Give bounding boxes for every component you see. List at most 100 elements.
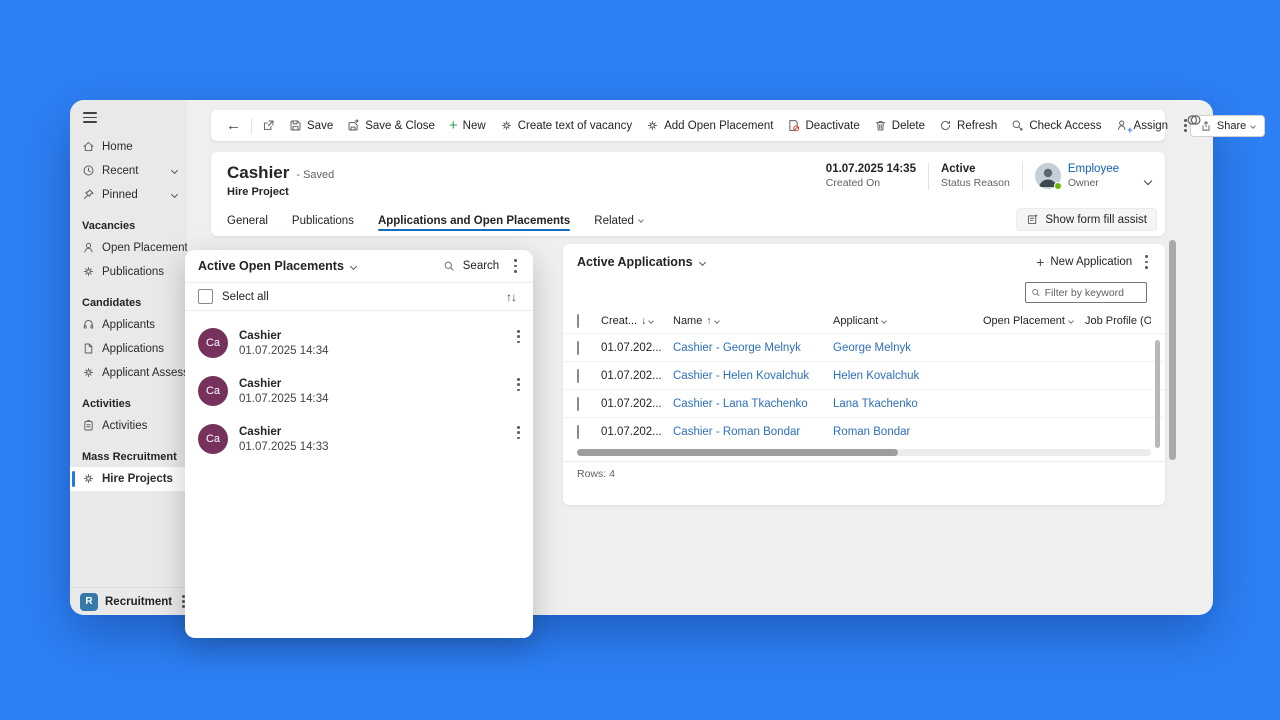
sidebar-item-applications[interactable]: Applications	[70, 337, 187, 361]
column-open-placement[interactable]: Open Placement	[983, 315, 1085, 327]
owner-link[interactable]: Employee	[1068, 163, 1119, 175]
show-form-fill-assist-button[interactable]: Show form fill assist	[1016, 208, 1157, 231]
hamburger-menu-icon[interactable]	[83, 112, 97, 123]
applicant-link[interactable]: Lana Tkachenko	[833, 398, 918, 410]
sidebar-item-activities[interactable]: Activities	[70, 414, 187, 438]
deactivate-button[interactable]: Deactivate	[780, 114, 866, 138]
cell-created-on: 01.07.202...	[601, 370, 673, 382]
plus-icon: +	[1127, 125, 1132, 135]
owner-avatar[interactable]	[1035, 163, 1061, 189]
list-item[interactable]: Ca Cashier 01.07.2025 14:33	[185, 415, 533, 463]
popout-button[interactable]	[255, 114, 282, 138]
application-link[interactable]: Cashier - Roman Bondar	[673, 426, 800, 438]
open-placements-view-selector[interactable]: Active Open Placements	[198, 259, 356, 273]
tab-related[interactable]: Related	[594, 215, 643, 236]
command-bar: ← Save Save & Close + New Create text of…	[211, 110, 1165, 141]
placement-name: Cashier	[239, 330, 329, 342]
sidebar-item-open-placements[interactable]: Open Placements	[70, 236, 187, 260]
new-application-button[interactable]: + New Application	[1036, 255, 1132, 269]
open-placements-overflow-icon[interactable]	[511, 255, 520, 276]
applicant-link[interactable]: Roman Bondar	[833, 426, 910, 438]
sidebar-item-label: Applicants	[102, 319, 155, 331]
save-and-close-button[interactable]: Save & Close	[340, 114, 442, 138]
copilot-icon[interactable]	[1186, 112, 1202, 128]
item-overflow-icon[interactable]	[514, 422, 523, 443]
sidebar-item-publications[interactable]: Publications	[70, 260, 187, 284]
table-row[interactable]: 01.07.202... Cashier - Helen Kovalchuk H…	[563, 361, 1165, 389]
add-open-placement-button[interactable]: Add Open Placement	[639, 114, 780, 138]
header-collapse-button[interactable]	[1145, 171, 1151, 189]
new-button[interactable]: + New	[442, 114, 493, 138]
tab-label: Publications	[292, 215, 354, 227]
deactivate-label: Deactivate	[805, 120, 859, 132]
row-checkbox[interactable]	[577, 425, 579, 439]
application-link[interactable]: Cashier - Lana Tkachenko	[673, 398, 808, 410]
table-vertical-scrollbar[interactable]	[1155, 340, 1160, 448]
refresh-button[interactable]: Refresh	[932, 114, 1004, 138]
application-link[interactable]: Cashier - George Melnyk	[673, 342, 801, 354]
sidebar-group-label: Activities	[70, 394, 187, 414]
select-all-checkbox[interactable]	[198, 289, 213, 304]
applicant-link[interactable]: George Melnyk	[833, 342, 911, 354]
column-job-profile[interactable]: Job Profile (O	[1085, 315, 1151, 327]
item-overflow-icon[interactable]	[514, 374, 523, 395]
filter-by-keyword-input[interactable]	[1045, 287, 1142, 299]
delete-button[interactable]: Delete	[867, 114, 932, 138]
sort-icon[interactable]: ↑↓	[506, 290, 516, 304]
table-row[interactable]: 01.07.202... Cashier - Roman Bondar Roma…	[563, 417, 1165, 445]
create-text-label: Create text of vacancy	[518, 120, 632, 132]
search-button[interactable]: Search	[443, 260, 499, 272]
create-text-of-vacancy-button[interactable]: Create text of vacancy	[493, 114, 639, 138]
cell-created-on: 01.07.202...	[601, 398, 673, 410]
applications-overflow-icon[interactable]	[1142, 251, 1151, 272]
owner-label: Owner	[1068, 177, 1119, 189]
table-row[interactable]: 01.07.202... Cashier - George Melnyk Geo…	[563, 333, 1165, 361]
application-link[interactable]: Cashier - Helen Kovalchuk	[673, 370, 809, 382]
assign-button[interactable]: + Assign	[1109, 114, 1176, 138]
tab-general[interactable]: General	[227, 215, 268, 236]
tab-publications[interactable]: Publications	[292, 215, 354, 236]
placement-date: 01.07.2025 14:34	[239, 393, 329, 405]
app-switcher[interactable]: R Recruitment	[70, 587, 187, 615]
list-item[interactable]: Ca Cashier 01.07.2025 14:34	[185, 367, 533, 415]
row-checkbox[interactable]	[577, 341, 579, 355]
sidebar-item-pinned[interactable]: Pinned	[70, 183, 187, 207]
list-item[interactable]: Ca Cashier 01.07.2025 14:34	[185, 319, 533, 367]
column-applicant[interactable]: Applicant	[833, 315, 983, 327]
applications-view-selector[interactable]: Active Applications	[577, 255, 705, 269]
column-name[interactable]: Name ↑	[673, 315, 833, 327]
gear-icon	[646, 119, 659, 132]
sidebar-item-label: Applicant Assessments	[102, 367, 187, 379]
sidebar-group-label: Candidates	[70, 293, 187, 313]
table-row[interactable]: 01.07.202... Cashier - Lana Tkachenko La…	[563, 389, 1165, 417]
back-button[interactable]: ←	[219, 114, 248, 138]
row-checkbox[interactable]	[577, 397, 579, 411]
filter-by-keyword-box[interactable]	[1025, 282, 1147, 303]
sidebar-item-label: Home	[102, 141, 133, 153]
check-access-button[interactable]: Check Access	[1004, 114, 1108, 138]
item-overflow-icon[interactable]	[514, 326, 523, 347]
placement-date: 01.07.2025 14:34	[239, 345, 329, 357]
column-label: Job Profile (O	[1085, 315, 1151, 327]
sidebar-item-recent[interactable]: Recent	[70, 159, 187, 183]
sidebar-group-label: Vacancies	[70, 216, 187, 236]
select-all-rows-checkbox[interactable]	[577, 314, 579, 328]
save-close-icon	[347, 119, 360, 132]
sidebar-item-applicant-assessments[interactable]: Applicant Assessments	[70, 361, 187, 385]
share-label: Share	[1217, 120, 1246, 132]
horizontal-scrollbar-thumb[interactable]	[577, 449, 898, 456]
created-on-field: 01.07.2025 14:35 Created On	[826, 163, 916, 189]
applicant-link[interactable]: Helen Kovalchuk	[833, 370, 919, 382]
save-button[interactable]: Save	[282, 114, 340, 138]
record-avatar: Ca	[198, 424, 228, 454]
column-created-on[interactable]: Creat... ↓	[601, 315, 673, 327]
sidebar-item-hire-projects[interactable]: Hire Projects	[70, 467, 187, 491]
sidebar-item-applicants[interactable]: Applicants	[70, 313, 187, 337]
page-vertical-scrollbar[interactable]	[1169, 240, 1176, 460]
tab-applications-and-open-placements[interactable]: Applications and Open Placements	[378, 215, 570, 236]
horizontal-scrollbar[interactable]	[577, 449, 1151, 456]
row-checkbox[interactable]	[577, 369, 579, 383]
chevron-down-icon	[1068, 318, 1074, 324]
row-count: Rows: 4	[563, 461, 1165, 486]
sidebar-item-home[interactable]: Home	[70, 135, 187, 159]
